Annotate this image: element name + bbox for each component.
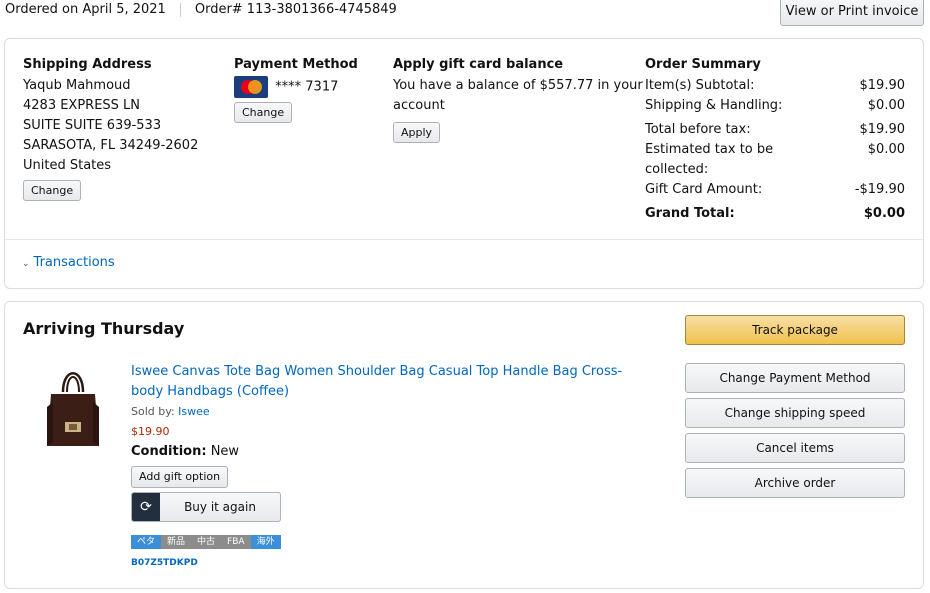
product-tag[interactable]: FBA xyxy=(221,535,251,549)
shipment-box: Arriving Thursday Iswee Canvas Tote Bag … xyxy=(4,301,924,589)
sold-by: Sold by: Iswee xyxy=(131,405,210,418)
change-shipping-speed-button[interactable]: Change shipping speed xyxy=(685,398,905,428)
shipping-suite: SUITE SUITE 639-533 xyxy=(23,118,162,133)
product-title-link[interactable]: Iswee Canvas Tote Bag Women Shoulder Bag… xyxy=(131,362,651,402)
buy-it-again-button[interactable]: ⟳ Buy it again xyxy=(131,492,281,522)
product-tag[interactable]: 海外 xyxy=(250,535,281,549)
gift-card-balance-text: You have a balance of $557.77 in your ac… xyxy=(393,78,643,113)
grand-total-row: Grand Total: $0.00 xyxy=(645,206,905,221)
shipment-status: Arriving Thursday xyxy=(23,319,185,338)
order-number: Order# 113-3801366-4745849 xyxy=(194,2,397,17)
shipping-address-title: Shipping Address xyxy=(23,57,152,72)
order-date: Ordered on April 5, 2021 xyxy=(5,2,166,17)
order-summary-title: Order Summary xyxy=(645,57,761,72)
change-payment-button[interactable]: Change xyxy=(234,102,293,123)
shipping-country: United States xyxy=(23,158,112,173)
summary-row: Gift Card Amount: -$19.90 xyxy=(645,182,905,197)
reorder-icon: ⟳ xyxy=(132,493,160,521)
product-info: Iswee Canvas Tote Bag Women Shoulder Bag… xyxy=(131,362,651,569)
shipping-address-section: Shipping Address Yaqub Mahmoud 4283 EXPR… xyxy=(23,56,198,201)
shipping-city: SARASOTA, FL 34249-2602 xyxy=(23,138,199,153)
shipment-actions: Track package Change Payment Method Chan… xyxy=(685,315,905,503)
cancel-items-button[interactable]: Cancel items xyxy=(685,433,905,463)
product-condition: Condition: New xyxy=(131,444,240,459)
summary-row: Item(s) Subtotal: $19.90 xyxy=(645,78,905,93)
track-package-button[interactable]: Track package xyxy=(685,315,905,345)
payment-method-title: Payment Method xyxy=(234,57,358,72)
gift-card-section: Apply gift card balance You have a balan… xyxy=(393,56,643,143)
header-divider xyxy=(179,2,181,17)
add-gift-option-button[interactable]: Add gift option xyxy=(131,466,229,488)
shipping-name: Yaqub Mahmoud xyxy=(23,78,131,93)
product-tag[interactable]: 中古 xyxy=(191,535,222,549)
summary-row: Shipping & Handling: $0.00 xyxy=(645,98,905,113)
gift-card-title: Apply gift card balance xyxy=(393,57,564,72)
order-details-box: Shipping Address Yaqub Mahmoud 4283 EXPR… xyxy=(4,38,924,289)
order-summary-section: Order Summary Item(s) Subtotal: $19.90 S… xyxy=(645,56,905,224)
archive-order-button[interactable]: Archive order xyxy=(685,468,905,498)
change-address-button[interactable]: Change xyxy=(23,180,82,201)
transactions-toggle[interactable]: ⌄ Transactions xyxy=(22,255,115,270)
product-asin[interactable]: B07Z5TDKPD xyxy=(131,557,651,569)
section-divider xyxy=(5,239,923,240)
product-tag[interactable]: ペタ xyxy=(131,535,162,549)
transactions-label: Transactions xyxy=(33,255,115,270)
buy-it-again-label: Buy it again xyxy=(184,500,256,514)
payment-method-section: Payment Method **** 7317 Change xyxy=(234,56,358,123)
chevron-down-icon: ⌄ xyxy=(22,259,30,269)
card-number: **** 7317 xyxy=(275,79,339,95)
summary-row: Estimated tax to be collected: $0.00 xyxy=(645,142,905,177)
shipping-street: 4283 EXPRESS LN xyxy=(23,98,141,113)
mastercard-icon xyxy=(234,76,268,98)
product-image[interactable] xyxy=(43,362,103,452)
summary-row: Total before tax: $19.90 xyxy=(645,122,905,137)
change-payment-method-button[interactable]: Change Payment Method xyxy=(685,363,905,393)
order-header: Ordered on April 5, 2021 Order# 113-3801… xyxy=(5,2,397,17)
product-price: $19.90 xyxy=(131,425,170,438)
view-print-invoice-button[interactable]: View or Print invoice xyxy=(780,0,924,26)
seller-link[interactable]: Iswee xyxy=(178,405,210,418)
product-tag[interactable]: 新品 xyxy=(161,535,192,549)
apply-gift-card-button[interactable]: Apply xyxy=(393,122,441,143)
product-tags: ペタ 新品 中古 FBA 海外 xyxy=(131,535,651,549)
payment-card-row: **** 7317 xyxy=(234,76,358,98)
